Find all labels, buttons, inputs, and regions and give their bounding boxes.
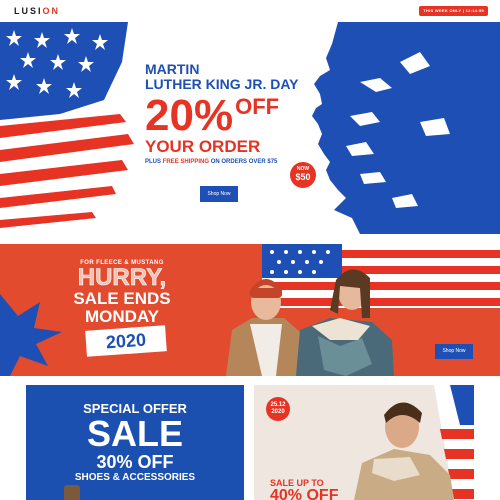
thirty-off-label: 30% OFF — [96, 452, 174, 472]
badge-now-price: $50 — [295, 172, 311, 182]
sale-ends-line: SALE ENDS — [73, 289, 171, 308]
monday-line: MONDAY — [85, 307, 159, 326]
top-navigation-bar: LUSION THIS WEEK ONLY | 12:14:59 — [0, 0, 500, 22]
banner2-flag — [262, 244, 500, 308]
special-offer-tile[interactable]: SPECIAL OFFER SALE 30% OFF SHOES & ACCES… — [26, 385, 244, 500]
hurry-copy: FOR FLEECE & MUSTANG HURRY, SALE ENDS MO… — [62, 260, 182, 326]
hero-line1: MARTIN — [145, 61, 200, 77]
price-now-badge: NOW $50 — [290, 162, 316, 188]
hero-line2: LUTHER KING JR. DAY — [145, 76, 299, 92]
blue-starburst-shape — [0, 294, 62, 376]
sale-headline: SALE — [86, 413, 183, 454]
logo-text-accent: ON — [42, 6, 61, 16]
forty-off-label: 40% OFF — [270, 487, 339, 500]
brand-logo[interactable]: LUSION — [14, 6, 60, 16]
date-badge: 25.12 2020 — [266, 397, 290, 421]
hero-percent: 20% — [145, 91, 234, 140]
date-badge-year: 2020 — [271, 409, 285, 415]
tile-model-figure — [354, 402, 454, 500]
hero-off: OFF — [235, 94, 280, 119]
special-offer-copy: SPECIAL OFFER SALE 30% OFF SHOES & ACCES… — [26, 401, 244, 484]
hurry-headline: HURRY, — [77, 264, 167, 291]
banner2-shop-now-button[interactable]: Shop Now — [435, 344, 473, 359]
promo-countdown-pill[interactable]: THIS WEEK ONLY | 12:14:59 — [419, 6, 488, 16]
hero-copy: MARTIN LUTHER KING JR. DAY 20%OFF YOUR O… — [145, 61, 325, 166]
hero-your-order: YOUR ORDER — [145, 137, 261, 156]
shoes-accessories-label: SHOES & ACCESSORIES — [74, 472, 196, 483]
year-tag: 2020 — [85, 325, 167, 357]
shipping-highlight: FREE SHIPPING — [162, 159, 210, 165]
boot-image — [64, 485, 80, 500]
date-badge-day: 25.12 — [270, 402, 286, 408]
shipping-pre: PLUS — [145, 159, 162, 165]
shipping-post: ON ORDERS OVER $75 — [210, 159, 278, 165]
hero-banner-mlk-day: MARTIN LUTHER KING JR. DAY 20%OFF YOUR O… — [0, 22, 500, 234]
hero-shop-now-button[interactable]: Shop Now — [200, 186, 238, 202]
hurry-sale-banner: FOR FLEECE & MUSTANG HURRY, SALE ENDS MO… — [0, 244, 500, 376]
sale-up-to-tile[interactable]: 25.12 2020 SALE UP TO 40% OFF — [254, 385, 474, 500]
flag-red-stripes — [0, 114, 134, 228]
sale-up-to-copy: SALE UP TO 40% OFF — [270, 478, 338, 500]
logo-text-main: LUSI — [14, 6, 43, 16]
